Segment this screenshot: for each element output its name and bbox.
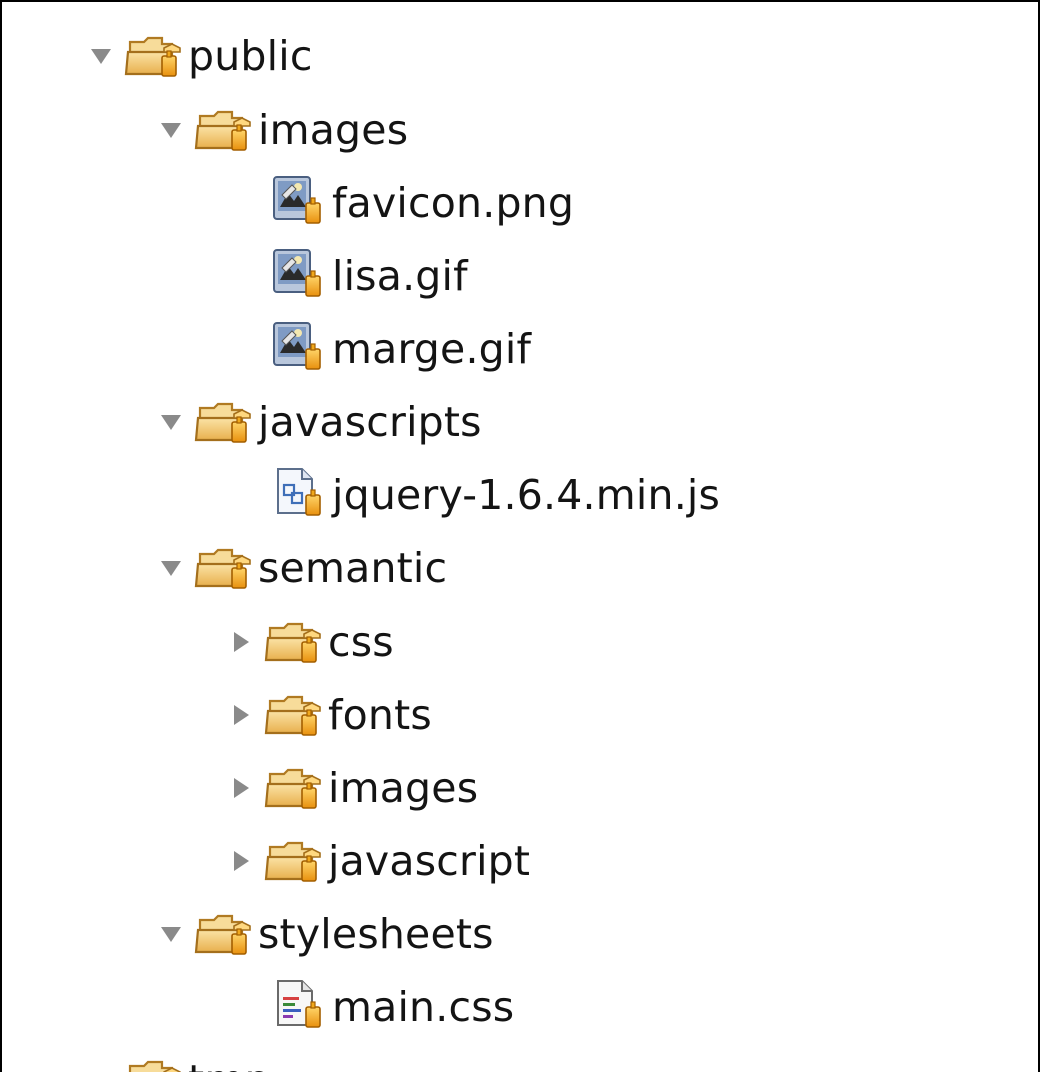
tree-item-label: tmp [188, 1059, 271, 1072]
tree-item-label: javascript [328, 836, 531, 885]
image-file-icon [268, 319, 328, 379]
triangle-right-icon[interactable] [224, 698, 258, 732]
tree-item-jquery-js[interactable]: jquery-1.6.4.min.js [268, 459, 720, 531]
tree-item-label: marge.gif [332, 324, 532, 373]
image-file-icon [268, 246, 328, 306]
project-explorer-tree: public images favicon.png lisa.gif marge… [0, 0, 1040, 1072]
triangle-down-icon[interactable] [84, 39, 118, 73]
tree-item-label: images [328, 763, 479, 812]
open-folder-icon [264, 685, 324, 745]
tree-item-semantic-images[interactable]: images [224, 752, 478, 824]
tree-item-semantic[interactable]: semantic [154, 532, 447, 604]
tree-item-label: main.css [332, 982, 515, 1031]
tree-item-label: fonts [328, 690, 432, 739]
tree-item-lisa-gif[interactable]: lisa.gif [268, 240, 468, 312]
triangle-down-icon[interactable] [154, 917, 188, 951]
open-folder-icon [194, 538, 254, 598]
open-folder-icon [194, 392, 254, 452]
tree-item-label: images [258, 105, 409, 154]
tree-item-stylesheets[interactable]: stylesheets [154, 898, 494, 970]
tree-item-main-css[interactable]: main.css [268, 971, 514, 1043]
tree-item-favicon-png[interactable]: favicon.png [268, 167, 574, 239]
tree-item-label: favicon.png [332, 178, 575, 227]
open-folder-icon [194, 100, 254, 160]
triangle-right-icon[interactable] [224, 771, 258, 805]
tree-item-javascript[interactable]: javascript [224, 825, 530, 897]
triangle-down-icon[interactable] [154, 113, 188, 147]
open-folder-icon [124, 1050, 184, 1072]
triangle-right-icon[interactable] [224, 844, 258, 878]
tree-item-css[interactable]: css [224, 606, 394, 678]
tree-item-label: lisa.gif [332, 251, 468, 300]
css-file-icon [268, 977, 328, 1037]
open-folder-icon [264, 758, 324, 818]
open-folder-icon [124, 26, 184, 86]
triangle-down-icon[interactable] [154, 551, 188, 585]
tree-item-marge-gif[interactable]: marge.gif [268, 313, 531, 385]
tree-item-images[interactable]: images [154, 94, 408, 166]
triangle-down-icon[interactable] [154, 405, 188, 439]
tree-item-label: stylesheets [258, 909, 494, 958]
tree-item-label: public [188, 31, 313, 80]
tree-item-label: css [328, 617, 394, 666]
javascript-file-icon [268, 465, 328, 525]
image-file-icon [268, 173, 328, 233]
tree-item-fonts[interactable]: fonts [224, 679, 432, 751]
tree-item-label: javascripts [258, 397, 482, 446]
tree-item-tmp[interactable]: tmp [84, 1044, 271, 1072]
open-folder-icon [194, 904, 254, 964]
tree-item-label: jquery-1.6.4.min.js [332, 470, 721, 519]
triangle-right-icon[interactable] [224, 625, 258, 659]
tree-item-label: semantic [258, 543, 448, 592]
open-folder-icon [264, 831, 324, 891]
tree-item-public[interactable]: public [84, 20, 313, 92]
open-folder-icon [264, 612, 324, 672]
tree-item-javascripts[interactable]: javascripts [154, 386, 482, 458]
